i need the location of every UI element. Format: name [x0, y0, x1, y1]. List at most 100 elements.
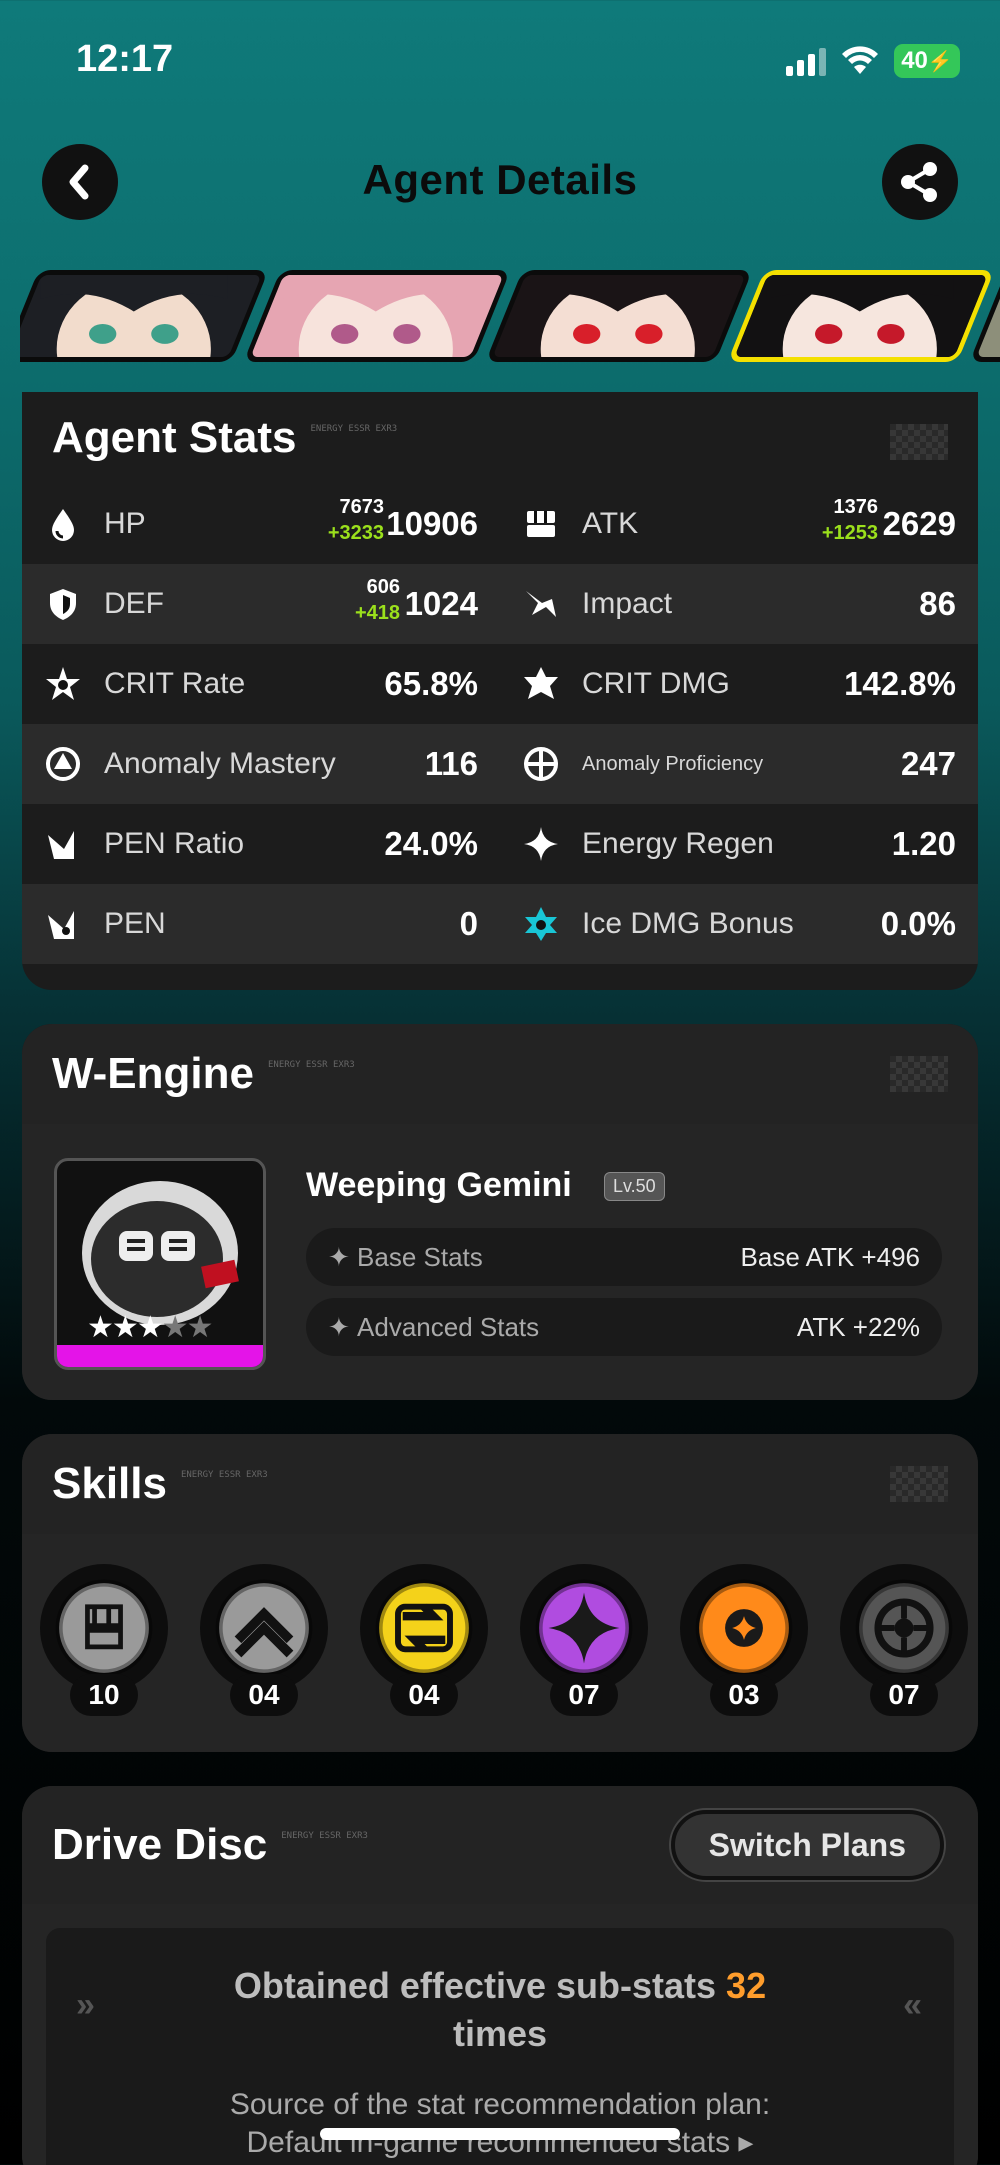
stat-name: Energy Regen	[582, 827, 774, 860]
anomaly-proficiency-icon	[522, 745, 560, 783]
stat-hp: HP 7673 +3233 10906	[22, 484, 500, 564]
agent-face	[727, 270, 995, 362]
agent-portrait[interactable]	[20, 270, 269, 362]
decorative-label: ENERGY ESSR EXR3	[310, 424, 398, 434]
w-engine-level-badge: Lv.50	[604, 1172, 665, 1201]
skill-ring	[520, 1564, 648, 1692]
stat-name: Anomaly Mastery	[104, 747, 336, 780]
drive-disc-body: » « Obtained effective sub-stats 32 time…	[22, 1904, 978, 2165]
stat-name: PEN	[104, 907, 166, 940]
stat-bonus: +418	[354, 602, 400, 624]
skill-item[interactable]: 04	[360, 1564, 488, 1724]
status-icons: 40 ⚡	[786, 44, 960, 78]
stat-row: CRIT Rate 65.8% CRIT DMG 142.8%	[22, 644, 978, 724]
effective-suffix: times	[452, 2013, 548, 2054]
stat-row: DEF 606 +418 1024 Impact 86	[22, 564, 978, 644]
dodge-icon	[215, 1579, 313, 1677]
stat-bonus: +1253	[821, 522, 878, 544]
cellular-signal-icon	[786, 46, 826, 76]
skill-level: 03	[710, 1674, 778, 1716]
advanced-stats-value: ATK +22%	[796, 1311, 920, 1342]
home-indicator[interactable]	[320, 2128, 680, 2140]
skill-item[interactable]: 07	[840, 1564, 968, 1724]
skill-item[interactable]: 07	[520, 1564, 648, 1724]
effective-prefix: Obtained effective sub-stats	[233, 1965, 717, 2006]
stat-value: 10906	[386, 505, 478, 542]
w-engine-image[interactable]: ★★★★★	[54, 1158, 266, 1370]
recommendation-source: Source of the stat recommendation plan: …	[86, 2086, 914, 2162]
def-icon	[44, 585, 82, 623]
stat-breakdown: 1376 +1253	[822, 494, 878, 546]
agent-portrait[interactable]	[243, 270, 511, 362]
stat-value: 1.20	[891, 825, 956, 862]
ice-dmg-icon	[522, 905, 560, 943]
stat-energy-regen: Energy Regen 1.20	[500, 804, 978, 884]
skill-item[interactable]: 04	[200, 1564, 328, 1724]
stat-row: PEN 0 Ice DMG Bonus 0.0%	[22, 884, 978, 964]
agent-face	[20, 270, 269, 362]
star-icon: ★	[161, 1311, 189, 1344]
skills-list: 10 04 04 07 03 07	[22, 1534, 978, 1752]
skill-ring	[680, 1564, 808, 1692]
stat-def: DEF 606 +418 1024	[22, 564, 500, 644]
stat-pen: PEN 0	[22, 884, 500, 964]
skills-header: Skills ENERGY ESSR EXR3	[22, 1434, 978, 1534]
share-button[interactable]	[882, 144, 958, 220]
pen-ratio-icon	[44, 825, 82, 863]
switch-plans-button[interactable]: Switch Plans	[670, 1810, 944, 1880]
rarity-bar	[57, 1345, 263, 1367]
stat-breakdown: 7673 +3233	[328, 494, 384, 546]
basic-attack-icon	[55, 1579, 153, 1677]
w-engine-panel: W-Engine ENERGY ESSR EXR3 ★★★★★ Weeping …	[22, 1024, 978, 1400]
crit-dmg-icon	[522, 665, 560, 703]
status-bar: 12:17 40 ⚡	[0, 0, 1000, 120]
stat-pen-ratio: PEN Ratio 24.0%	[22, 804, 500, 884]
clock: 12:17	[76, 38, 174, 80]
skill-level: 07	[870, 1674, 938, 1716]
core-skill-icon	[855, 1579, 953, 1677]
skill-item[interactable]: 03	[680, 1564, 808, 1724]
drive-disc-panel: Drive Disc ENERGY ESSR EXR3 Switch Plans…	[22, 1786, 978, 2165]
stat-bonus: +3233	[327, 522, 384, 544]
stat-name: CRIT DMG	[582, 667, 730, 700]
sparkle-icon: ✦	[328, 1311, 358, 1342]
stat-value: 0.0%	[880, 905, 956, 942]
agent-portrait[interactable]	[727, 270, 995, 362]
decorative-label: ENERGY ESSR EXR3	[180, 1470, 268, 1480]
stat-name: ATK	[582, 507, 639, 540]
skill-item[interactable]: 10	[40, 1564, 168, 1724]
agent-selector	[20, 270, 1000, 368]
page-title: Agent Details	[362, 156, 638, 203]
stat-base: 7673	[339, 496, 385, 518]
stat-impact: Impact 86	[500, 564, 978, 644]
skill-level: 04	[230, 1674, 298, 1716]
base-stats-value: Base ATK +496	[740, 1241, 920, 1272]
agent-portrait[interactable]	[485, 270, 753, 362]
checker-pattern	[890, 1466, 948, 1502]
stat-name: HP	[104, 507, 146, 540]
stat-name: Anomaly Proficiency	[582, 752, 764, 775]
advanced-stats-label: Advanced Stats	[357, 1311, 540, 1342]
skill-level: 07	[550, 1674, 618, 1716]
stat-name: PEN Ratio	[104, 827, 245, 860]
stat-value: 116	[424, 745, 478, 782]
stat-value: 86	[919, 585, 956, 622]
stat-atk: ATK 1376 +1253 2629	[500, 484, 978, 564]
atk-icon	[522, 505, 560, 543]
base-stats-label: Base Stats	[357, 1241, 483, 1272]
impact-icon	[522, 585, 560, 623]
w-engine-title: W-Engine	[52, 1049, 254, 1098]
hp-icon	[44, 505, 82, 543]
w-engine-card[interactable]: ★★★★★ Weeping Gemini Lv.50 ✦ Base Stats …	[22, 1124, 978, 1400]
star-icon: ★	[136, 1311, 164, 1344]
skill-level: 04	[390, 1674, 458, 1716]
sparkle-icon: ✦	[328, 1241, 358, 1272]
stat-name: DEF	[104, 587, 164, 620]
effective-substats-text: Obtained effective sub-stats 32 times	[146, 1962, 854, 2058]
stat-value: 142.8%	[844, 665, 956, 702]
app-header: Agent Details	[0, 140, 1000, 230]
stats-grid: HP 7673 +3233 10906 ATK 1376 +1253 2629 DEF 606 +4…	[22, 484, 978, 964]
stat-anomaly-proficiency: Anomaly Proficiency 247	[500, 724, 978, 804]
stat-row: Anomaly Mastery 116 Anomaly Proficiency 247	[22, 724, 978, 804]
assist-icon	[375, 1579, 473, 1677]
